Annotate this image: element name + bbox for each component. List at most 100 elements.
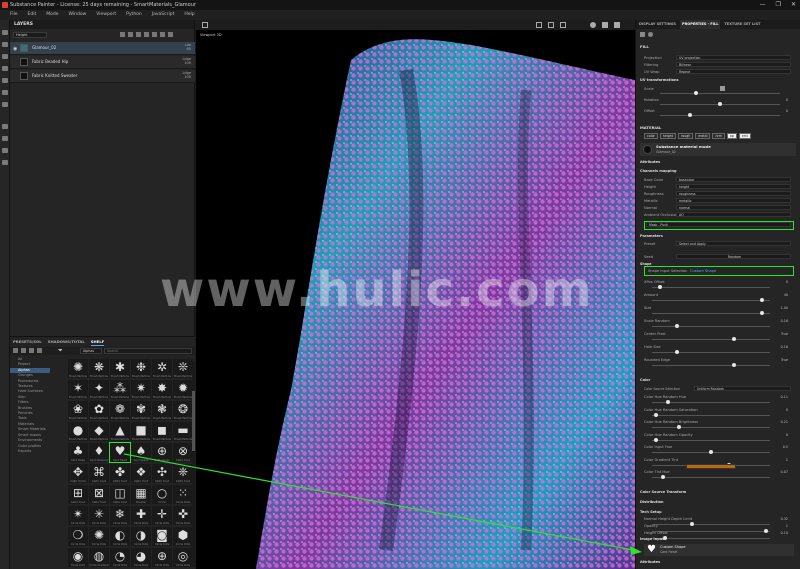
slider-knob[interactable] [760, 298, 765, 302]
shelf-category-item[interactable]: Exports [18, 449, 50, 454]
add-mask-icon[interactable] [136, 32, 141, 37]
shelf-item[interactable]: ✲ Brush Particle [152, 359, 172, 378]
add-fill-layer-icon[interactable] [120, 32, 125, 37]
mapping-dropdown[interactable]: height [676, 184, 791, 189]
slider-knob[interactable] [674, 324, 679, 328]
visibility-eye-icon[interactable]: ◉ [13, 46, 17, 52]
mask-dropdown[interactable]: Mask - Push [646, 222, 796, 228]
slider-track[interactable] [652, 298, 770, 302]
shelf-item[interactable]: ⊗ Celtic Knot [173, 443, 193, 462]
shelf-item[interactable]: ■ Brush Particle [131, 422, 151, 441]
slider-knob[interactable] [665, 400, 670, 404]
shelf-item[interactable]: ▲ Brush Particle [110, 422, 130, 441]
slider-track[interactable] [652, 437, 770, 442]
slider-track[interactable] [652, 400, 770, 404]
slider-knob[interactable] [654, 437, 659, 442]
shelf-item[interactable]: ⊕ Circle Dots [152, 548, 172, 567]
shelf-category-item[interactable]: Smart Materials [18, 427, 50, 432]
shelf-item[interactable]: ✷ Brush Particle [131, 380, 151, 399]
slider-track[interactable] [652, 350, 770, 354]
color-section[interactable]: Color [640, 378, 798, 382]
uvwrap-dropdown[interactable]: Repeat [676, 69, 791, 74]
channel-button[interactable]: color [644, 133, 658, 139]
slider-track[interactable] [652, 425, 770, 429]
menu-python[interactable]: Python [126, 10, 142, 20]
tint-color-swatch[interactable] [686, 464, 736, 469]
shelf-scrollbar[interactable] [192, 361, 195, 567]
shelf-item[interactable]: ◕ Circle Dots [131, 548, 151, 567]
layer-props-icon[interactable] [640, 32, 645, 37]
shelf-item[interactable]: ❍ Circle Dots [68, 527, 88, 546]
shelf-filter-tag[interactable]: Alphas [80, 348, 102, 354]
export-icon[interactable] [2, 136, 8, 141]
shelf-item[interactable]: ◑ Circle Dots [131, 527, 151, 546]
tab-texture-set-list[interactable]: TEXTURE SET LIST [724, 20, 760, 29]
shelf-item[interactable]: ✳ Circle Dots [89, 506, 109, 525]
layer-row-3[interactable]: Fabric Knitted Sweater Ldge 100 [10, 70, 195, 83]
slider-track[interactable] [652, 337, 770, 341]
settings-icon[interactable] [614, 22, 620, 28]
shelf-item[interactable]: ◼ Brush Particle [152, 422, 172, 441]
smudge-icon[interactable] [2, 78, 8, 83]
slider-track[interactable] [652, 324, 770, 328]
shelf-item[interactable]: ✶ Brush Particle [68, 380, 88, 399]
shelf-item[interactable]: ❋ Brush Particle [89, 359, 109, 378]
shelf-item[interactable]: ✛ Circle Dots [152, 506, 172, 525]
shelf-item[interactable]: ● Brush Particle [68, 422, 88, 441]
add-effect-icon[interactable] [144, 32, 149, 37]
shelf-item[interactable]: ⌘ Celtic Knot [89, 464, 109, 483]
menu-window[interactable]: Window [69, 10, 87, 20]
tab-shadows[interactable]: SHADOWS/TOTAL [48, 339, 85, 346]
menu-edit[interactable]: Edit [28, 10, 37, 20]
channel-dropdown[interactable]: Height [13, 32, 47, 38]
shelf-search-input[interactable]: Search [104, 348, 192, 354]
projection-dropdown[interactable]: UV projection [676, 55, 791, 60]
shelf-item[interactable]: ▦ Checker [131, 485, 151, 504]
shelf-item[interactable]: ◍ Circle Gradient [89, 548, 109, 567]
new-shelf-icon[interactable] [13, 348, 18, 353]
slider-knob[interactable] [677, 425, 682, 429]
seed-random-button[interactable]: Random [676, 254, 791, 259]
custom-shape-slot[interactable]: ♥ Custom Shape Card Heart [644, 544, 794, 556]
slider-knob[interactable] [731, 337, 736, 341]
shelf-item[interactable]: ⁂ Brush Particle [110, 380, 130, 399]
color-source-transform-section[interactable]: Color Source Transform [640, 490, 798, 494]
shelf-item[interactable]: ✱ Brush Particle [110, 359, 130, 378]
shelf-item[interactable]: ✸ Brush Particle [152, 380, 172, 399]
slider-knob[interactable] [654, 412, 659, 417]
tab-presets[interactable]: PRESETS/SOL [13, 339, 42, 346]
slider-track[interactable] [652, 285, 770, 289]
eraser-icon[interactable] [2, 42, 8, 47]
shelf-item[interactable]: ✜ Circle Dots [173, 506, 193, 525]
menu-mode[interactable]: Mode [46, 10, 58, 20]
minimize-icon[interactable]: — [760, 0, 766, 10]
channel-button[interactable]: rough [678, 133, 694, 139]
menu-javascript[interactable]: JavaScript [152, 10, 175, 20]
filtering-dropdown[interactable]: Bilinear [676, 62, 791, 67]
paint-brush-icon[interactable] [2, 30, 8, 35]
channel-button[interactable]: height [659, 133, 677, 139]
mask-props-icon[interactable] [648, 32, 653, 37]
polygon-fill-icon[interactable] [2, 66, 8, 71]
shelf-item[interactable]: ❀ Brush Particle [68, 401, 88, 420]
attributes-section-2[interactable]: Attributes [640, 560, 798, 564]
grid-icon[interactable] [536, 22, 542, 28]
shelf-item[interactable]: ❖ Celtic Knot [131, 464, 151, 483]
shelf-item[interactable]: ❁ Brush Particle [110, 401, 130, 420]
shelf-item[interactable]: ♥ Card Heart [109, 442, 131, 463]
mapping-dropdown[interactable]: basecolor [676, 177, 791, 182]
shelf-item[interactable]: ▬ Brush Particle [173, 422, 193, 441]
settings-icon[interactable] [2, 148, 8, 153]
shelf-item[interactable]: ✴ Circle Dots [68, 506, 88, 525]
shelf-item[interactable]: ❊ Brush Particle [173, 359, 193, 378]
help-icon[interactable] [590, 22, 596, 28]
shelf-item[interactable]: ◐ Circle Dots [110, 527, 130, 546]
image-inputs-section[interactable]: Image Inputs [640, 537, 798, 541]
shelf-item[interactable]: ◎ Circle Dots [173, 548, 193, 567]
attributes-section[interactable]: Attributes [640, 160, 798, 164]
shelf-item[interactable]: ⁙ Circle Dots [173, 485, 193, 504]
slider-knob[interactable] [709, 450, 713, 454]
user-icon[interactable] [602, 22, 608, 28]
tech-setup-section[interactable]: Tech Setup [640, 510, 798, 514]
shelf-item[interactable]: ✥ Celtic Circle [68, 464, 88, 483]
